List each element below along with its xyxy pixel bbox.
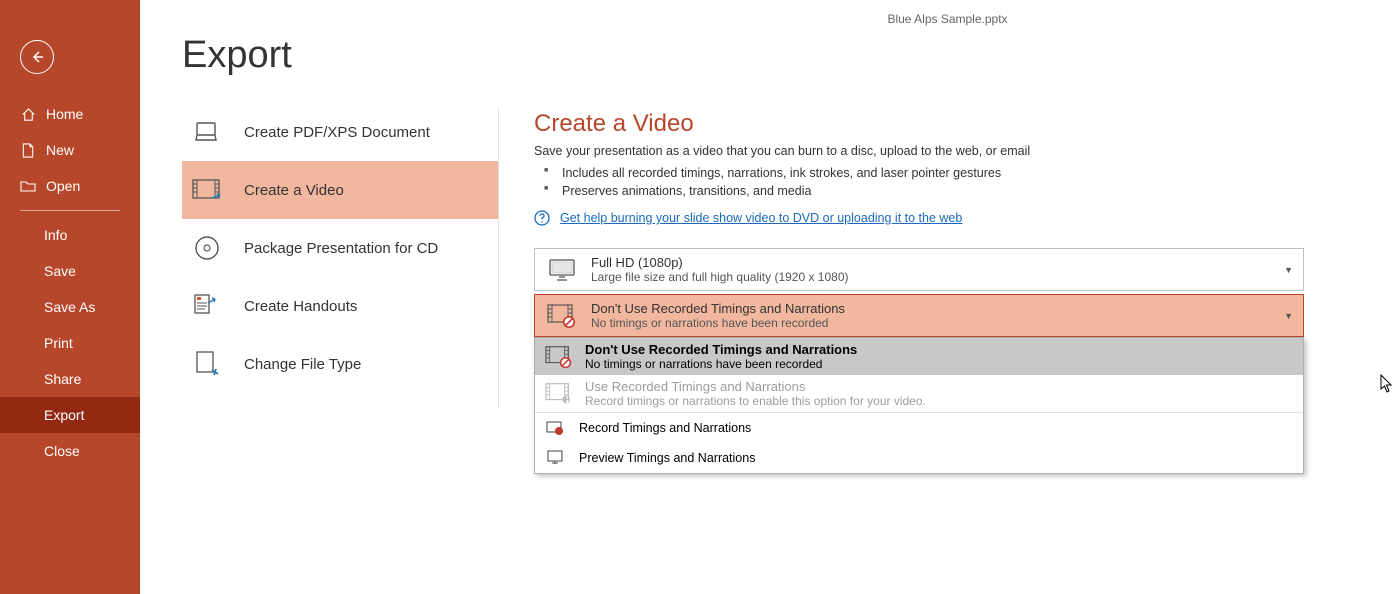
- export-item-label: Create a Video: [244, 182, 344, 199]
- page-title: Export: [182, 34, 498, 77]
- video-quality-dropdown[interactable]: Full HD (1080p) Large file size and full…: [534, 248, 1304, 291]
- export-item-label: Create Handouts: [244, 298, 357, 315]
- document-title: Blue Alps Sample.pptx: [499, 12, 1396, 26]
- menu-record-timings[interactable]: Record Timings and Narrations: [535, 413, 1303, 443]
- export-item-label: Create PDF/XPS Document: [244, 124, 430, 141]
- export-package-cd[interactable]: Package Presentation for CD: [182, 219, 498, 277]
- menu-opt-use-recorded: Use Recorded Timings and Narrations Reco…: [535, 375, 1303, 412]
- nav-label: Save: [44, 263, 76, 279]
- quality-title: Full HD (1080p): [591, 255, 1293, 270]
- quality-sub: Large file size and full high quality (1…: [591, 270, 1293, 284]
- preview-icon: [545, 449, 565, 467]
- menu-preview-timings[interactable]: Preview Timings and Narrations: [535, 443, 1303, 473]
- filetype-icon: [192, 349, 222, 379]
- export-create-handouts[interactable]: Create Handouts: [182, 277, 498, 335]
- menu-simple-label: Record Timings and Narrations: [579, 421, 751, 435]
- film-audio-icon: [545, 380, 573, 408]
- nav-label: Info: [44, 227, 67, 243]
- home-icon: [20, 106, 36, 122]
- nav-divider: [20, 210, 120, 211]
- cursor-icon: [1380, 374, 1394, 394]
- nav-print[interactable]: Print: [0, 325, 140, 361]
- nav-save-as[interactable]: Save As: [0, 289, 140, 325]
- menu-opt-sub: No timings or narrations have been recor…: [585, 357, 857, 371]
- menu-opt-title: Don't Use Recorded Timings and Narration…: [585, 342, 857, 357]
- menu-simple-label: Preview Timings and Narrations: [579, 451, 755, 465]
- video-icon: [192, 175, 222, 205]
- menu-opt-title: Use Recorded Timings and Narrations: [585, 379, 926, 394]
- timings-menu: Don't Use Recorded Timings and Narration…: [534, 337, 1304, 474]
- open-icon: [20, 178, 36, 194]
- handouts-icon: [192, 291, 222, 321]
- export-change-file-type[interactable]: Change File Type: [182, 335, 498, 393]
- chevron-down-icon: ▼: [1284, 311, 1293, 321]
- section-desc: Save your presentation as a video that y…: [534, 144, 1368, 158]
- help-link[interactable]: Get help burning your slide show video t…: [560, 211, 962, 225]
- arrow-left-icon: [29, 49, 45, 65]
- timings-title: Don't Use Recorded Timings and Narration…: [591, 301, 1293, 316]
- film-no-icon: [545, 343, 573, 371]
- backstage-sidebar: Home New Open Info Save Save As Print Sh…: [0, 0, 140, 594]
- nav-label: Save As: [44, 299, 95, 315]
- nav-label: Home: [46, 106, 83, 122]
- monitor-icon: [545, 256, 579, 284]
- help-icon: [534, 210, 550, 226]
- bullet-2: Preserves animations, transitions, and m…: [562, 182, 1368, 200]
- back-button[interactable]: [20, 40, 54, 74]
- nav-label: Print: [44, 335, 73, 351]
- feature-bullets: Includes all recorded timings, narration…: [534, 164, 1368, 200]
- export-pdf-xps[interactable]: Create PDF/XPS Document: [182, 103, 498, 161]
- menu-opt-sub: Record timings or narrations to enable t…: [585, 394, 926, 408]
- nav-close[interactable]: Close: [0, 433, 140, 469]
- main-panel: Blue Alps Sample.pptx Create a Video Sav…: [499, 0, 1396, 594]
- nav-open[interactable]: Open: [0, 168, 140, 204]
- record-icon: [545, 419, 565, 437]
- nav-label: Export: [44, 407, 84, 423]
- nav-info[interactable]: Info: [0, 217, 140, 253]
- nav-label: Share: [44, 371, 81, 387]
- new-icon: [20, 142, 36, 158]
- section-title: Create a Video: [534, 110, 1368, 138]
- film-no-icon: [545, 302, 579, 330]
- nav-home[interactable]: Home: [0, 96, 140, 132]
- nav-label: New: [46, 142, 74, 158]
- nav-label: Close: [44, 443, 80, 459]
- export-create-video[interactable]: Create a Video: [182, 161, 498, 219]
- export-item-label: Change File Type: [244, 356, 361, 373]
- pdf-icon: [192, 117, 222, 147]
- export-types-panel: Export Create PDF/XPS Document Create a …: [140, 0, 498, 594]
- export-item-label: Package Presentation for CD: [244, 240, 438, 257]
- nav-share[interactable]: Share: [0, 361, 140, 397]
- timings-sub: No timings or narrations have been recor…: [591, 316, 1293, 330]
- bullet-1: Includes all recorded timings, narration…: [562, 164, 1368, 182]
- nav-label: Open: [46, 178, 80, 194]
- timings-dropdown[interactable]: Don't Use Recorded Timings and Narration…: [534, 294, 1304, 337]
- nav-new[interactable]: New: [0, 132, 140, 168]
- chevron-down-icon: ▼: [1284, 265, 1293, 275]
- menu-opt-dont-use[interactable]: Don't Use Recorded Timings and Narration…: [535, 338, 1303, 375]
- nav-export[interactable]: Export: [0, 397, 140, 433]
- nav-save[interactable]: Save: [0, 253, 140, 289]
- cd-icon: [192, 233, 222, 263]
